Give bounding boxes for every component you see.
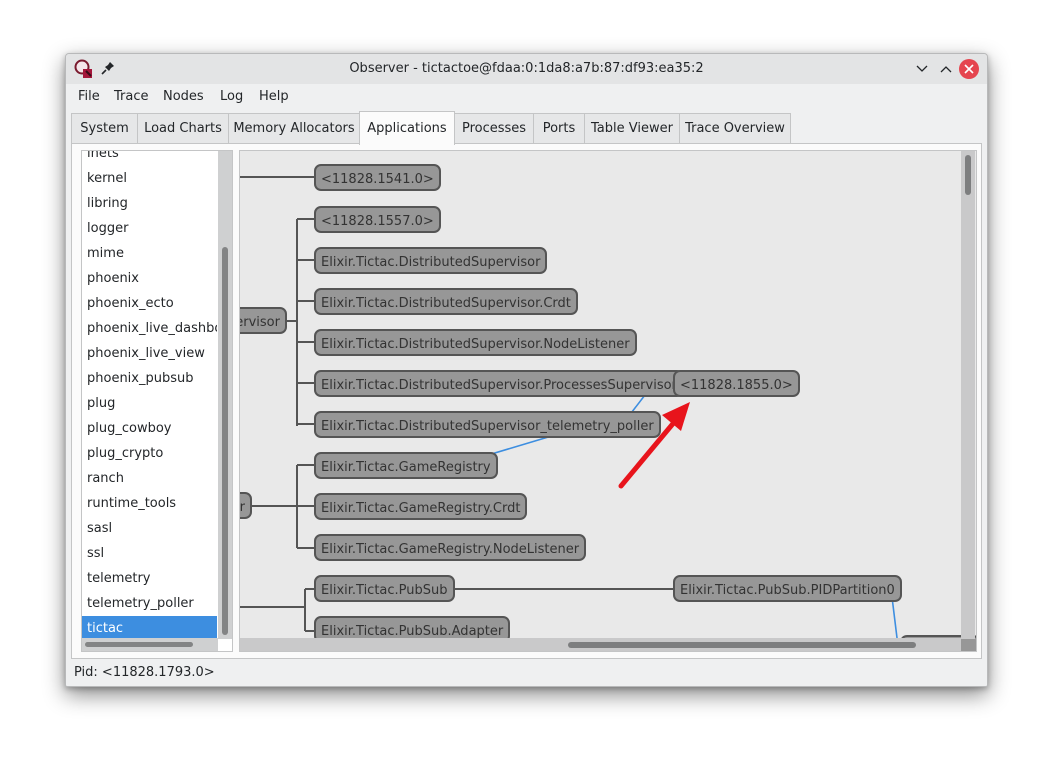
title-bar[interactable]: Observer - tictactoe@fdaa:0:1da8:a7b:87:… <box>66 54 987 84</box>
list-horizontal-scrollbar[interactable] <box>82 638 218 651</box>
list-item[interactable]: phoenix_pubsub <box>82 366 217 391</box>
list-item[interactable]: phoenix_live_dashboard <box>82 316 217 341</box>
status-bar: Pid: <11828.1793.0> <box>74 665 215 680</box>
tree-node[interactable]: Elixir.Tictac.GameRegistry <box>314 452 498 479</box>
observer-window: Observer - tictactoe@fdaa:0:1da8:a7b:87:… <box>65 53 988 687</box>
list-item[interactable]: mime <box>82 241 217 266</box>
tree-node[interactable]: Elixir.Tictac.DistributedSupervisor <box>314 247 548 274</box>
tree-node[interactable]: Elixir.Tictac.GameRegistry.Crdt <box>314 493 528 520</box>
tab-applications[interactable]: Applications <box>359 111 455 145</box>
tab-ports[interactable]: Ports <box>533 113 585 143</box>
maximize-button[interactable] <box>936 59 956 79</box>
minimize-button[interactable] <box>912 59 932 79</box>
list-vertical-scrollbar[interactable] <box>218 151 232 639</box>
tree-node[interactable]: Elixir.Tictac.PubSub.PIDPartition0 <box>673 575 902 602</box>
list-item[interactable]: ranch <box>82 466 217 491</box>
list-item[interactable]: libring <box>82 191 217 216</box>
canvas-horizontal-scrollbar[interactable] <box>240 638 961 651</box>
list-item[interactable]: inets <box>82 151 217 166</box>
applications-list[interactable]: inets kernel libring logger mime phoenix… <box>81 150 233 652</box>
tree-node[interactable]: Elixir.Tictac.DistributedSupervisor.Node… <box>314 329 637 356</box>
list-vertical-scroll-thumb[interactable] <box>222 247 228 635</box>
tree-node[interactable]: <11828.1855.0> <box>673 370 800 397</box>
tab-trace-overview[interactable]: Trace Overview <box>679 113 791 143</box>
tab-memory-allocators[interactable]: Memory Allocators <box>228 113 360 143</box>
tree-node[interactable]: Elixir.Tictac.DistributedSupervisor_tele… <box>314 411 661 438</box>
list-horizontal-scroll-thumb[interactable] <box>85 642 193 647</box>
tree-node-partial[interactable]: r <box>240 492 252 519</box>
tree-node[interactable]: <11828.1557.0> <box>314 206 441 233</box>
list-item[interactable]: telemetry <box>82 566 217 591</box>
list-item[interactable]: ssl <box>82 541 217 566</box>
supervision-tree-canvas[interactable]: pervisor r <11828.1541.0> <11828.1557.0>… <box>239 150 977 652</box>
chevron-down-icon <box>916 65 928 72</box>
menu-bar: File Trace Nodes Log Help <box>66 84 987 110</box>
chevron-up-icon <box>940 66 952 73</box>
canvas-vertical-scroll-thumb[interactable] <box>965 155 971 195</box>
list-item[interactable]: runtime_tools <box>82 491 217 516</box>
menu-log[interactable]: Log <box>220 89 243 104</box>
tree-node[interactable]: Elixir.Tictac.DistributedSupervisor.Crdt <box>314 288 578 315</box>
tree-node-partial[interactable]: pervisor <box>240 307 287 334</box>
menu-file[interactable]: File <box>78 89 100 104</box>
menu-nodes[interactable]: Nodes <box>163 89 204 104</box>
tab-load-charts[interactable]: Load Charts <box>137 113 229 143</box>
menu-help[interactable]: Help <box>259 89 289 104</box>
applications-panel: inets kernel libring logger mime phoenix… <box>71 143 982 659</box>
list-item[interactable]: logger <box>82 216 217 241</box>
close-button[interactable] <box>959 59 979 79</box>
list-item[interactable]: sasl <box>82 516 217 541</box>
list-item[interactable]: plug_crypto <box>82 441 217 466</box>
close-icon <box>964 64 974 74</box>
list-item[interactable]: phoenix_live_view <box>82 341 217 366</box>
tree-node[interactable]: Elixir.Tictac.GameRegistry.NodeListener <box>314 534 587 561</box>
menu-trace[interactable]: Trace <box>114 89 149 104</box>
tab-table-viewer[interactable]: Table Viewer <box>584 113 680 143</box>
tree-node[interactable]: <11828.1541.0> <box>314 164 441 191</box>
list-item[interactable]: phoenix <box>82 266 217 291</box>
canvas-vertical-scrollbar[interactable] <box>961 151 975 639</box>
list-item[interactable]: plug_cowboy <box>82 416 217 441</box>
canvas-horizontal-scroll-thumb[interactable] <box>568 642 916 648</box>
list-item[interactable]: kernel <box>82 166 217 191</box>
window-title: Observer - tictactoe@fdaa:0:1da8:a7b:87:… <box>349 61 704 76</box>
list-item[interactable]: phoenix_ecto <box>82 291 217 316</box>
list-item[interactable]: telemetry_poller <box>82 591 217 616</box>
tree-node[interactable]: Elixir.Tictac.DistributedSupervisor.Proc… <box>314 370 684 397</box>
list-item[interactable]: plug <box>82 391 217 416</box>
tab-processes[interactable]: Processes <box>454 113 534 143</box>
tab-system[interactable]: System <box>71 113 138 143</box>
tree-node[interactable]: Elixir.Tictac.PubSub <box>314 575 455 602</box>
